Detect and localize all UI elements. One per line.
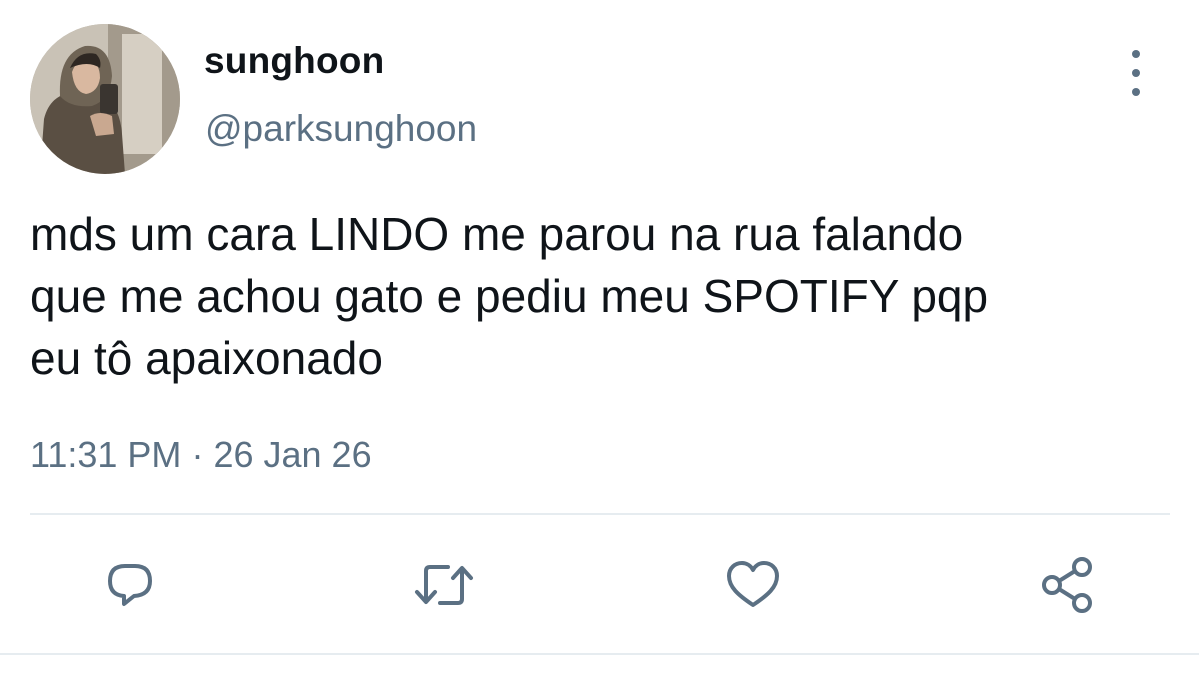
like-button[interactable] [713,545,793,625]
reply-button[interactable] [90,545,170,625]
tweet-timestamp[interactable]: 11:31 PM · 26 Jan 26 [30,434,372,476]
share-button[interactable] [1028,545,1108,625]
tweet-card: sunghoon @parksunghoon mds um cara LINDO… [0,0,1199,673]
user-handle[interactable]: @parksunghoon [205,108,477,150]
retweet-button[interactable] [404,545,484,625]
more-vertical-icon [1132,88,1140,96]
display-name[interactable]: sunghoon [204,40,384,82]
heart-icon [727,561,779,607]
reply-icon [108,564,152,606]
divider [30,513,1170,515]
tweet-time: 11:31 PM [30,434,182,475]
more-vertical-icon [1132,50,1140,58]
retweet-icon [415,565,473,605]
tweet-text: mds um cara LINDO me parou na rua faland… [30,208,989,384]
timestamp-separator: · [191,434,204,475]
more-vertical-icon [1132,69,1140,77]
tweet-date: 26 Jan 26 [213,434,372,475]
share-icon [1042,557,1092,613]
more-options-button[interactable] [1116,50,1156,96]
bottom-divider [0,653,1199,655]
avatar[interactable] [30,24,180,174]
action-bar [0,545,1199,625]
